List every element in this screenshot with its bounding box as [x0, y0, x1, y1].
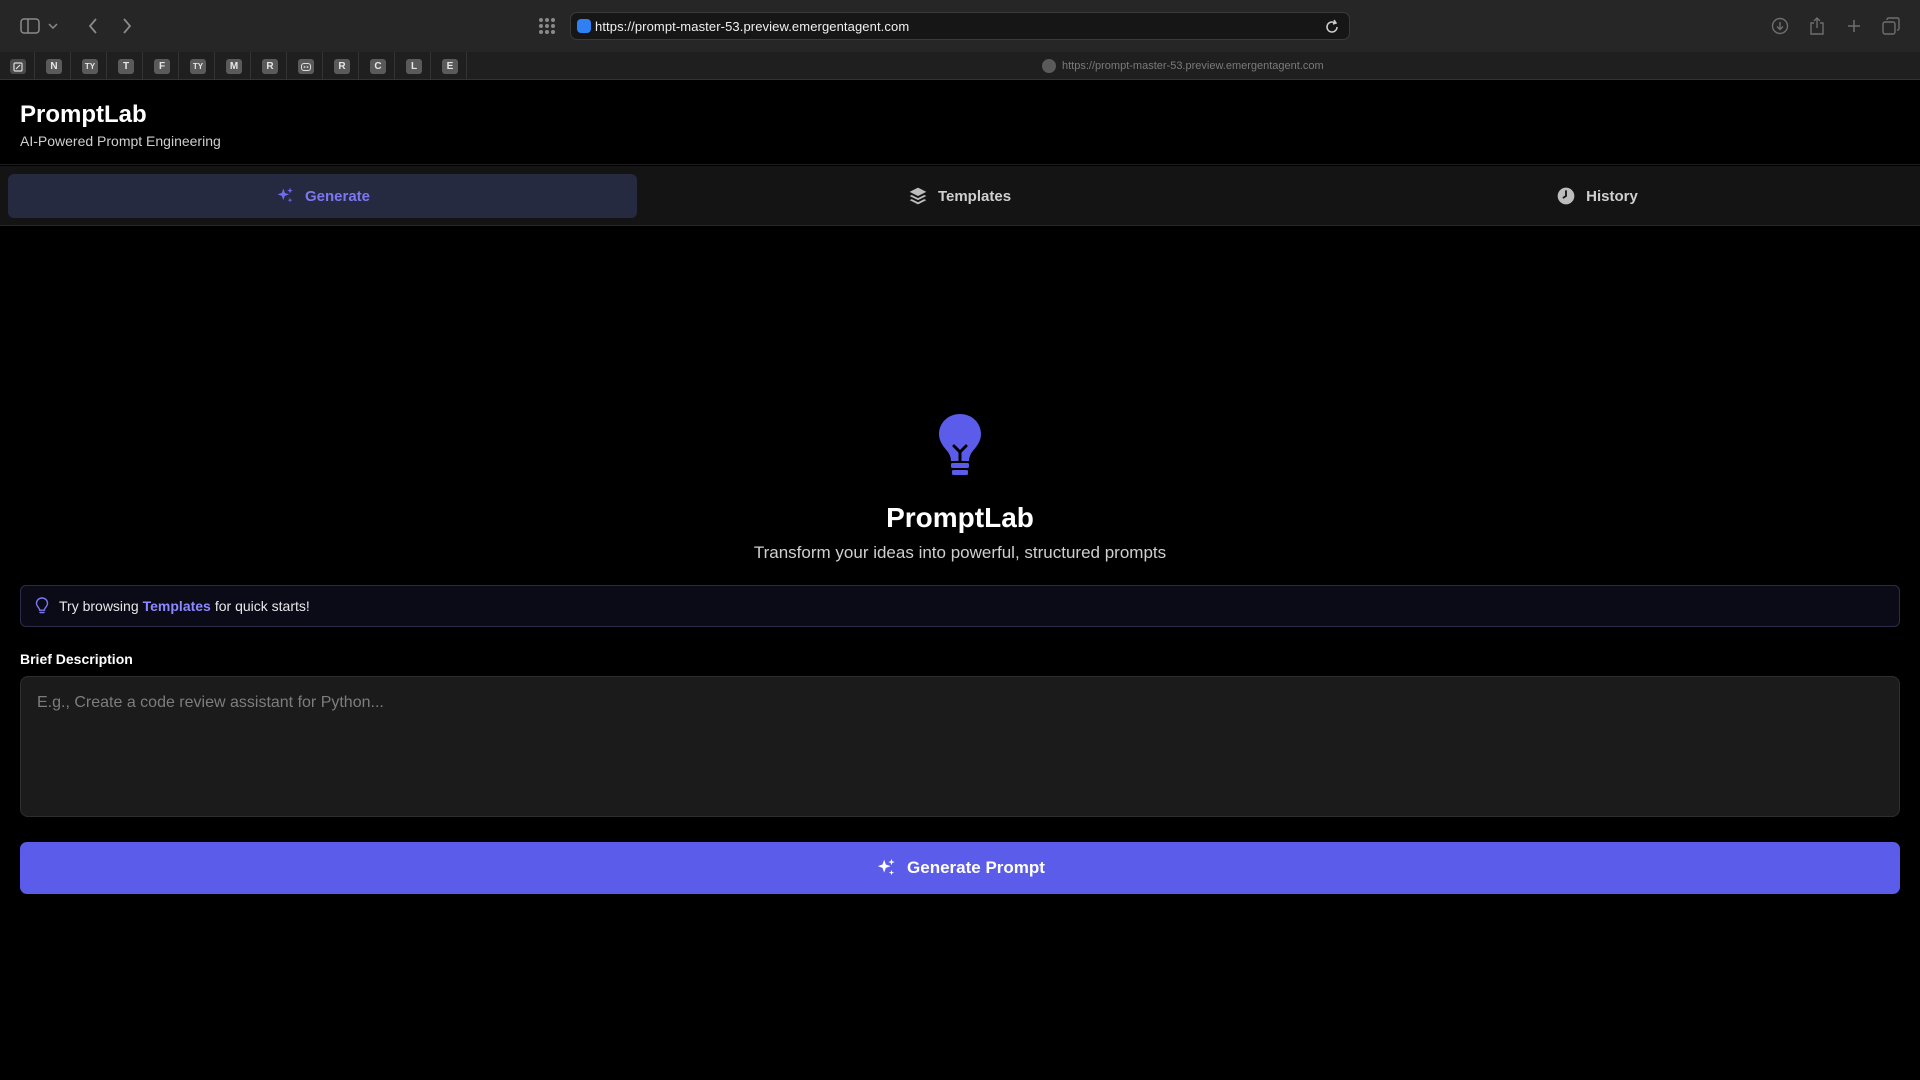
share-icon[interactable] — [1804, 13, 1830, 39]
hover-url-preview: https://prompt-master-53.preview.emergen… — [1042, 58, 1324, 74]
favorite-app-icon[interactable] — [10, 59, 26, 74]
favorite-item[interactable]: F — [154, 59, 170, 74]
description-textarea[interactable] — [20, 676, 1900, 817]
url-text[interactable]: https://prompt-master-53.preview.emergen… — [595, 19, 909, 34]
favorite-item[interactable]: TY — [190, 59, 206, 74]
address-bar[interactable]: https://prompt-master-53.preview.emergen… — [570, 12, 1350, 40]
app-header: PromptLab AI-Powered Prompt Engineering — [0, 81, 1920, 165]
hero-title: PromptLab — [886, 502, 1034, 533]
tab-overview-icon[interactable] — [1878, 13, 1904, 39]
tab-templates-label: Templates — [937, 187, 1012, 205]
sparkles-icon — [277, 187, 293, 203]
favorite-item[interactable]: L — [406, 59, 422, 74]
description-label: Brief Description — [20, 651, 133, 667]
main-nav: Generate Templates History — [0, 166, 1920, 226]
favorite-discord-icon[interactable] — [298, 59, 314, 74]
sidebar-toggle-icon[interactable] — [17, 13, 43, 39]
new-tab-icon[interactable] — [1841, 13, 1867, 39]
tip-suffix: for quick starts! — [214, 598, 310, 614]
tab-templates[interactable]: Templates — [645, 174, 1274, 218]
app-title: PromptLab — [20, 101, 147, 128]
generate-prompt-label: Generate Prompt — [907, 858, 1045, 877]
tab-history-label: History — [1586, 187, 1638, 205]
tip-prefix: Try browsing — [59, 598, 139, 614]
tab-generate[interactable]: Generate — [8, 174, 637, 218]
reload-icon[interactable] — [1323, 18, 1341, 36]
clock-icon — [1557, 187, 1575, 205]
favorite-item[interactable]: E — [442, 59, 458, 74]
site-favicon-icon — [577, 19, 591, 33]
favorite-item[interactable]: M — [226, 59, 242, 74]
favorite-item[interactable]: T — [118, 59, 134, 74]
favorite-item[interactable]: TY — [82, 59, 98, 74]
lightbulb-icon — [35, 597, 49, 614]
tip-templates-link[interactable]: Templates — [143, 598, 211, 614]
sparkles-icon — [877, 858, 895, 876]
back-icon[interactable] — [80, 13, 106, 39]
app-subtitle: AI-Powered Prompt Engineering — [20, 133, 221, 149]
browser-toolbar: https://prompt-master-53.preview.emergen… — [0, 0, 1920, 52]
tab-generate-label: Generate — [304, 187, 371, 205]
chevron-down-icon[interactable] — [46, 13, 60, 39]
favorite-item[interactable]: R — [334, 59, 350, 74]
favorite-item[interactable]: C — [370, 59, 386, 74]
generate-prompt-button[interactable]: Generate Prompt — [20, 842, 1900, 894]
forward-icon[interactable] — [114, 13, 140, 39]
hover-url-text: https://prompt-master-53.preview.emergen… — [1062, 60, 1324, 72]
download-icon[interactable] — [1767, 13, 1793, 39]
favorite-item[interactable]: R — [262, 59, 278, 74]
layers-icon — [909, 187, 927, 205]
lightbulb-icon — [939, 414, 981, 475]
tip-banner: Try browsing Templates for quick starts! — [20, 585, 1900, 627]
favorites-bar: N TY T F TY M R R C L E https://prompt-m… — [0, 52, 1920, 80]
favorite-item[interactable]: N — [46, 59, 62, 74]
globe-icon — [1042, 59, 1056, 73]
tab-history[interactable]: History — [1282, 174, 1912, 218]
hero-subtitle: Transform your ideas into powerful, stru… — [753, 543, 1167, 562]
grid-apps-icon[interactable] — [534, 13, 560, 39]
